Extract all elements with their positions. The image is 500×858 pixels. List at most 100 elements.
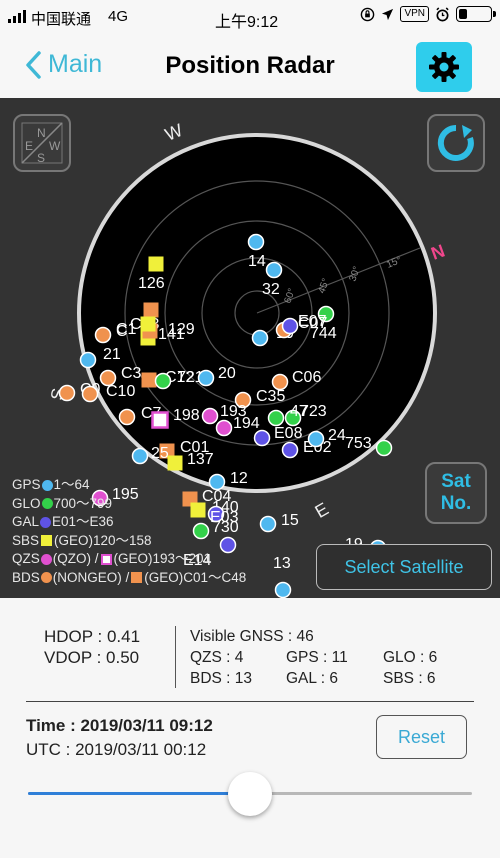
satellite-label: 137 <box>187 451 214 468</box>
time-slider[interactable] <box>28 772 472 820</box>
settings-button[interactable] <box>416 42 472 92</box>
satellite-label: C <box>116 323 128 340</box>
satellite-label: 753 <box>345 435 372 452</box>
glo-count: GLO : 6 <box>383 649 438 666</box>
hdop-value: HDOP : 0.41 <box>44 627 141 646</box>
satellite-marker[interactable] <box>81 385 99 403</box>
legend-gal-prefix: GAL <box>12 514 40 529</box>
satellite-marker[interactable] <box>281 317 299 335</box>
sat-button-line2: No. <box>440 493 472 514</box>
location-arrow-icon <box>382 8 394 20</box>
svg-text:N: N <box>37 126 46 140</box>
satellite-marker[interactable] <box>201 407 219 425</box>
satellite-label: 24 <box>328 427 346 444</box>
satellite-marker[interactable] <box>131 447 149 465</box>
satellite-label: E08 <box>274 425 303 442</box>
refresh-icon <box>437 124 474 161</box>
satellite-label: 194 <box>233 415 260 432</box>
satellite-marker[interactable] <box>259 515 277 533</box>
satellite-label: 13 <box>273 555 291 572</box>
info-panel: HDOP : 0.41 VDOP : 0.50 Visible GNSS : 4… <box>0 598 500 858</box>
satellite-marker[interactable] <box>375 439 393 457</box>
vdop-value: VDOP : 0.50 <box>44 648 140 667</box>
legend-gps-prefix: GPS <box>12 477 41 492</box>
satellite-label: 20 <box>218 365 236 382</box>
satellite-14[interactable]: 14 <box>247 233 266 271</box>
local-time: Time : 2019/03/11 09:12 <box>26 716 213 735</box>
satellite-label: C06 <box>292 369 321 386</box>
satellite-marker[interactable] <box>215 419 233 437</box>
cardinal-e: E <box>311 499 331 522</box>
legend-glo: GLO 700～799 <box>12 495 246 514</box>
status-bar: 中国联通 4G 上午9:12 VPN <box>0 0 500 34</box>
reset-button[interactable]: Reset <box>376 715 467 759</box>
bds-square-icon <box>131 572 143 584</box>
qzs-square-icon <box>100 553 112 565</box>
time-block: Time : 2019/03/11 09:12 UTC : 2019/03/11… <box>26 714 213 762</box>
satellite-marker[interactable] <box>307 430 325 448</box>
legend-gps: GPS 1～64 <box>12 476 246 495</box>
qzs-dot-icon <box>40 553 52 565</box>
satellite-marker[interactable] <box>148 256 164 272</box>
sbs-count: SBS : 6 <box>383 670 436 687</box>
satellite-marker[interactable] <box>58 384 76 402</box>
satellite-marker[interactable] <box>79 351 97 369</box>
satellite-marker[interactable] <box>99 369 117 387</box>
nav-bar: Main Position Radar <box>0 34 500 98</box>
divider-vertical <box>175 626 176 688</box>
satellite-label: C35 <box>256 388 285 405</box>
satellite-label: 32 <box>262 281 280 298</box>
qzs-count: QZS : 4 <box>190 649 244 666</box>
bds-count: BDS : 13 <box>190 670 253 687</box>
sat-button-line1: Sat <box>441 471 471 492</box>
gear-icon <box>429 52 459 82</box>
satellite-label: 21 <box>103 346 121 363</box>
dop-block: HDOP : 0.41 VDOP : 0.50 <box>44 626 140 668</box>
satellite-marker[interactable] <box>154 372 172 390</box>
gal-count: GAL : 6 <box>286 670 338 687</box>
satellite-marker[interactable] <box>267 409 285 427</box>
compass-icon: N E W S <box>21 122 63 165</box>
legend-qzs: QZS (QZO) / (GEO)193～201 <box>12 550 246 569</box>
satellite-marker[interactable] <box>167 455 183 471</box>
satellite-marker[interactable] <box>281 441 299 459</box>
select-satellite-button[interactable]: Select Satellite <box>316 544 492 590</box>
legend-bds-text2: (GEO)C01～C48 <box>144 569 247 585</box>
satellite-label: 126 <box>138 275 165 292</box>
satellite-marker[interactable] <box>141 372 157 388</box>
svg-text:W: W <box>49 139 61 153</box>
satellite-15[interactable]: 15 <box>259 512 299 533</box>
satellite-marker[interactable] <box>247 233 265 251</box>
svg-text:S: S <box>37 151 45 165</box>
compass-toggle-button[interactable]: N E W S <box>13 114 71 172</box>
slider-thumb[interactable] <box>228 772 272 816</box>
satellite-label: 15 <box>281 512 299 529</box>
legend-sbs-text: (GEO)120～158 <box>54 532 152 548</box>
satellite-label: E07 <box>298 313 327 330</box>
alarm-icon <box>436 6 449 21</box>
satellite-marker[interactable] <box>118 408 136 426</box>
refresh-button[interactable] <box>427 114 485 172</box>
orientation-lock-icon <box>361 7 375 21</box>
satellite-marker[interactable] <box>151 411 169 429</box>
sat-number-button[interactable]: Sat No. <box>425 462 487 524</box>
satellite-label: 47 <box>290 403 308 420</box>
satellite-marker[interactable] <box>251 329 269 347</box>
satellite-marker[interactable] <box>94 326 112 344</box>
legend-glo-text: 700～799 <box>53 495 113 511</box>
satellite-label: 129 <box>168 321 195 338</box>
satellite-13[interactable]: 13 <box>273 555 292 598</box>
satellite-marker[interactable] <box>274 581 292 598</box>
satellite-label: 14 <box>248 253 266 270</box>
bds-dot-icon <box>40 572 52 584</box>
satellite-marker[interactable] <box>253 429 271 447</box>
gal-dot-icon <box>40 516 52 528</box>
satellite-E02[interactable]: E02 <box>281 439 332 459</box>
vpn-badge: VPN <box>400 6 429 22</box>
legend-bds-text1: (NONGEO) / <box>52 569 130 585</box>
sbs-square-icon <box>41 535 53 547</box>
satellite-marker[interactable] <box>197 369 215 387</box>
battery-icon <box>456 6 496 22</box>
satellite-marker[interactable] <box>140 316 156 332</box>
satellite-marker[interactable] <box>265 261 283 279</box>
